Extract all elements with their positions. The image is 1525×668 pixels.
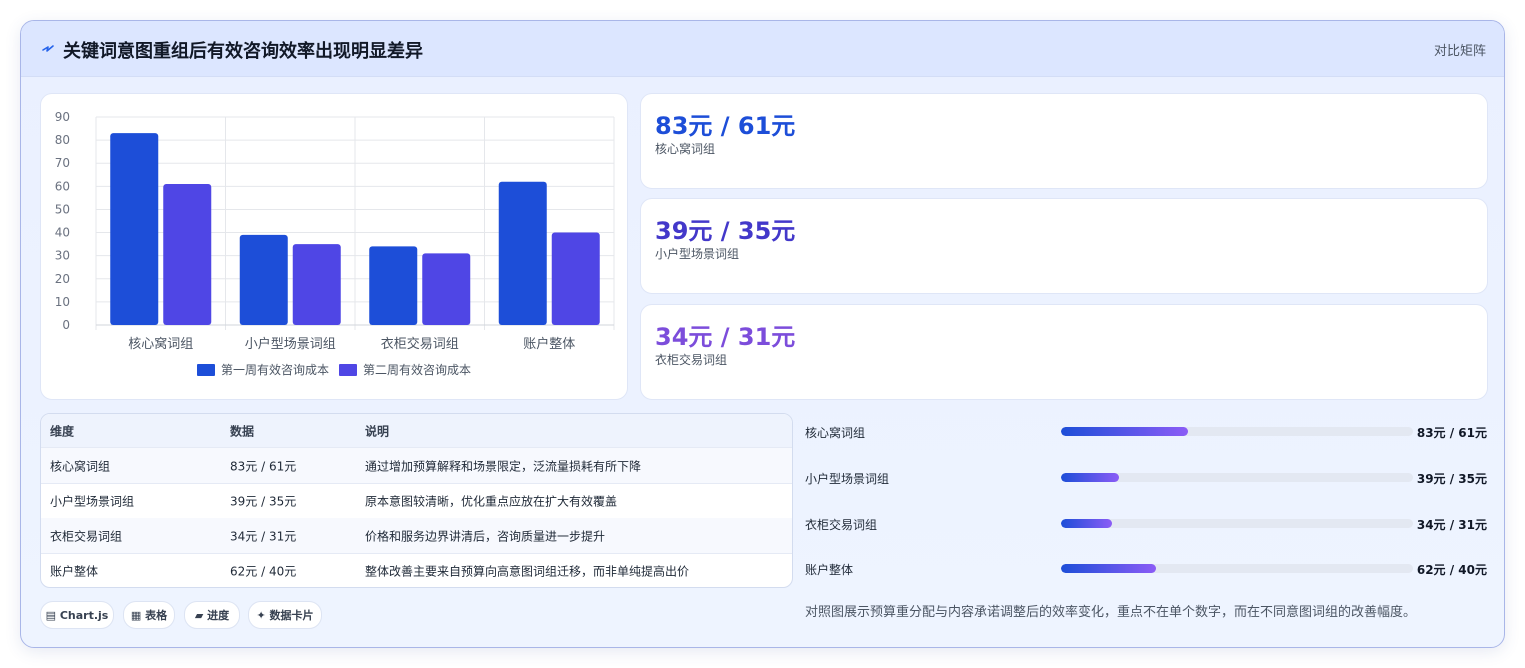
table-cell: 原本意图较清晰，优化重点应放在扩大有效覆盖 xyxy=(365,494,618,508)
progress-row: 账户整体 62元 / 40元 xyxy=(805,559,1487,579)
progress-track xyxy=(1061,473,1413,482)
progress-row: 衣柜交易词组 34元 / 31元 xyxy=(805,514,1487,534)
comparison-panel: 关键词意图重组后有效咨询效率出现明显差异 对比矩阵 0 10 20 30 40 50 60 7… xyxy=(20,20,1505,648)
progress-fill xyxy=(1061,564,1157,573)
progress-value: 62元 / 40元 xyxy=(1416,563,1487,577)
kpi-card-wardrobe: 34元 / 31元 衣柜交易词组 xyxy=(640,304,1488,400)
kpi-label: 衣柜交易词组 xyxy=(655,353,728,367)
progress-label: 核心窝词组 xyxy=(805,426,866,440)
table-cell: 账户整体 xyxy=(50,564,99,578)
bar xyxy=(498,181,547,325)
header-tag: 对比矩阵 xyxy=(1433,44,1486,59)
table-cell: 整体改善主要来自预算向高意图词组迁移，而非单纯提高出价 xyxy=(365,564,690,578)
legend-label: 第二周有效咨询成本 xyxy=(363,362,471,377)
y-tick-label: 90 xyxy=(55,110,70,124)
kpi-value: 83元 / 61元 xyxy=(655,112,796,140)
bar xyxy=(110,133,159,325)
table-cell: 通过增加预算解释和场景限定，泛流量损耗有所下降 xyxy=(365,459,642,473)
y-tick-label: 0 xyxy=(62,318,70,332)
progress-value: 39元 / 35元 xyxy=(1416,472,1487,486)
y-tick-label: 20 xyxy=(55,272,70,286)
progress-fill xyxy=(1061,427,1188,436)
legend-swatch xyxy=(339,364,357,376)
table-row: 账户整体 62元 / 40元 整体改善主要来自预算向高意图词组迁移，而非单纯提高… xyxy=(41,553,792,587)
bar xyxy=(422,253,471,325)
table-cell: 衣柜交易词组 xyxy=(50,529,123,543)
progress-label: 小户型场景词组 xyxy=(805,472,890,486)
progress-fill xyxy=(1061,473,1120,482)
progress-label: 衣柜交易词组 xyxy=(805,518,878,532)
progress-value: 34元 / 31元 xyxy=(1416,518,1487,532)
legend-swatch xyxy=(197,364,215,376)
progress-value: 83元 / 61元 xyxy=(1416,426,1487,440)
table-cell: 62元 / 40元 xyxy=(230,564,297,578)
x-tick-label: 账户整体 xyxy=(523,336,575,352)
table-header-cell: 数据 xyxy=(230,424,255,438)
progress-track xyxy=(1061,427,1413,436)
bar xyxy=(369,246,418,325)
y-tick-label: 40 xyxy=(55,226,70,240)
bar xyxy=(551,232,600,325)
bar-chart-card: 0 10 20 30 40 50 60 70 80 90 核心窝词组 小户型场景词组 衣柜交易词组 账户整… xyxy=(40,93,628,400)
table-header-cell: 维度 xyxy=(50,424,75,438)
x-tick-label: 衣柜交易词组 xyxy=(381,336,459,352)
table-row: 衣柜交易词组 34元 / 31元 价格和服务边界讲清后，咨询质量进一步提升 xyxy=(41,518,792,554)
table-row: 核心窝词组 83元 / 61元 通过增加预算解释和场景限定，泛流量损耗有所下降 xyxy=(41,448,792,484)
progress-row: 小户型场景词组 39元 / 35元 xyxy=(805,468,1487,488)
progress-track xyxy=(1061,564,1413,573)
progress-label: 账户整体 xyxy=(805,563,854,577)
chip-chartjs[interactable]: ▤ Chart.js xyxy=(40,601,114,629)
sparkle-icon xyxy=(42,45,54,52)
x-tick-label: 小户型场景词组 xyxy=(245,336,336,352)
kpi-label: 小户型场景词组 xyxy=(655,247,740,261)
kpi-card-core: 83元 / 61元 核心窝词组 xyxy=(640,93,1488,189)
progress-track xyxy=(1061,519,1413,528)
y-tick-label: 60 xyxy=(55,179,70,193)
bar xyxy=(239,234,288,325)
progress-fill xyxy=(1061,519,1113,528)
kpi-label: 核心窝词组 xyxy=(655,142,716,156)
bar xyxy=(163,184,212,325)
table-header-cell: 说明 xyxy=(365,424,390,438)
chip-table[interactable]: ▦ 表格 xyxy=(123,601,175,629)
table-header-row: 维度 数据 说明 xyxy=(41,414,792,448)
kpi-value: 39元 / 35元 xyxy=(655,217,796,245)
progress-row: 核心窝词组 83元 / 61元 xyxy=(805,422,1487,442)
table-cell: 34元 / 31元 xyxy=(230,529,297,543)
footnote: 对照图展示预算重分配与内容承诺调整后的效率变化，重点不在单个数字，而在不同意图词… xyxy=(805,605,1417,620)
bar-chart: 0 10 20 30 40 50 60 70 80 90 核心窝词组 小户型场景词组 衣柜交易词组 账户整… xyxy=(55,110,615,377)
table-cell: 83元 / 61元 xyxy=(230,459,297,473)
legend-label: 第一周有效咨询成本 xyxy=(221,362,329,377)
y-tick-label: 10 xyxy=(55,295,70,309)
y-tick-label: 70 xyxy=(55,156,70,170)
table-cell: 核心窝词组 xyxy=(50,459,111,473)
x-tick-label: 核心窝词组 xyxy=(128,336,193,352)
y-tick-label: 80 xyxy=(55,133,70,147)
panel-header: 关键词意图重组后有效咨询效率出现明显差异 对比矩阵 xyxy=(21,21,1504,77)
kpi-card-small-unit: 39元 / 35元 小户型场景词组 xyxy=(640,198,1488,294)
y-tick-label: 50 xyxy=(55,202,70,216)
table-cell: 小户型场景词组 xyxy=(50,494,135,508)
page-title: 关键词意图重组后有效咨询效率出现明显差异 xyxy=(63,41,423,62)
chip-data-card[interactable]: ✦ 数据卡片 xyxy=(248,601,322,629)
chip-progress[interactable]: ▰ 进度 xyxy=(184,601,240,629)
table-row: 小户型场景词组 39元 / 35元 原本意图较清晰，优化重点应放在扩大有效覆盖 xyxy=(41,483,792,519)
bar xyxy=(292,244,341,325)
y-tick-label: 30 xyxy=(55,249,70,263)
table-cell: 价格和服务边界讲清后，咨询质量进一步提升 xyxy=(365,529,606,543)
kpi-value: 34元 / 31元 xyxy=(655,323,796,351)
table-cell: 39元 / 35元 xyxy=(230,494,297,508)
data-table: 维度 数据 说明 核心窝词组 83元 / 61元 通过增加预算解释和场景限定，泛… xyxy=(40,413,793,588)
